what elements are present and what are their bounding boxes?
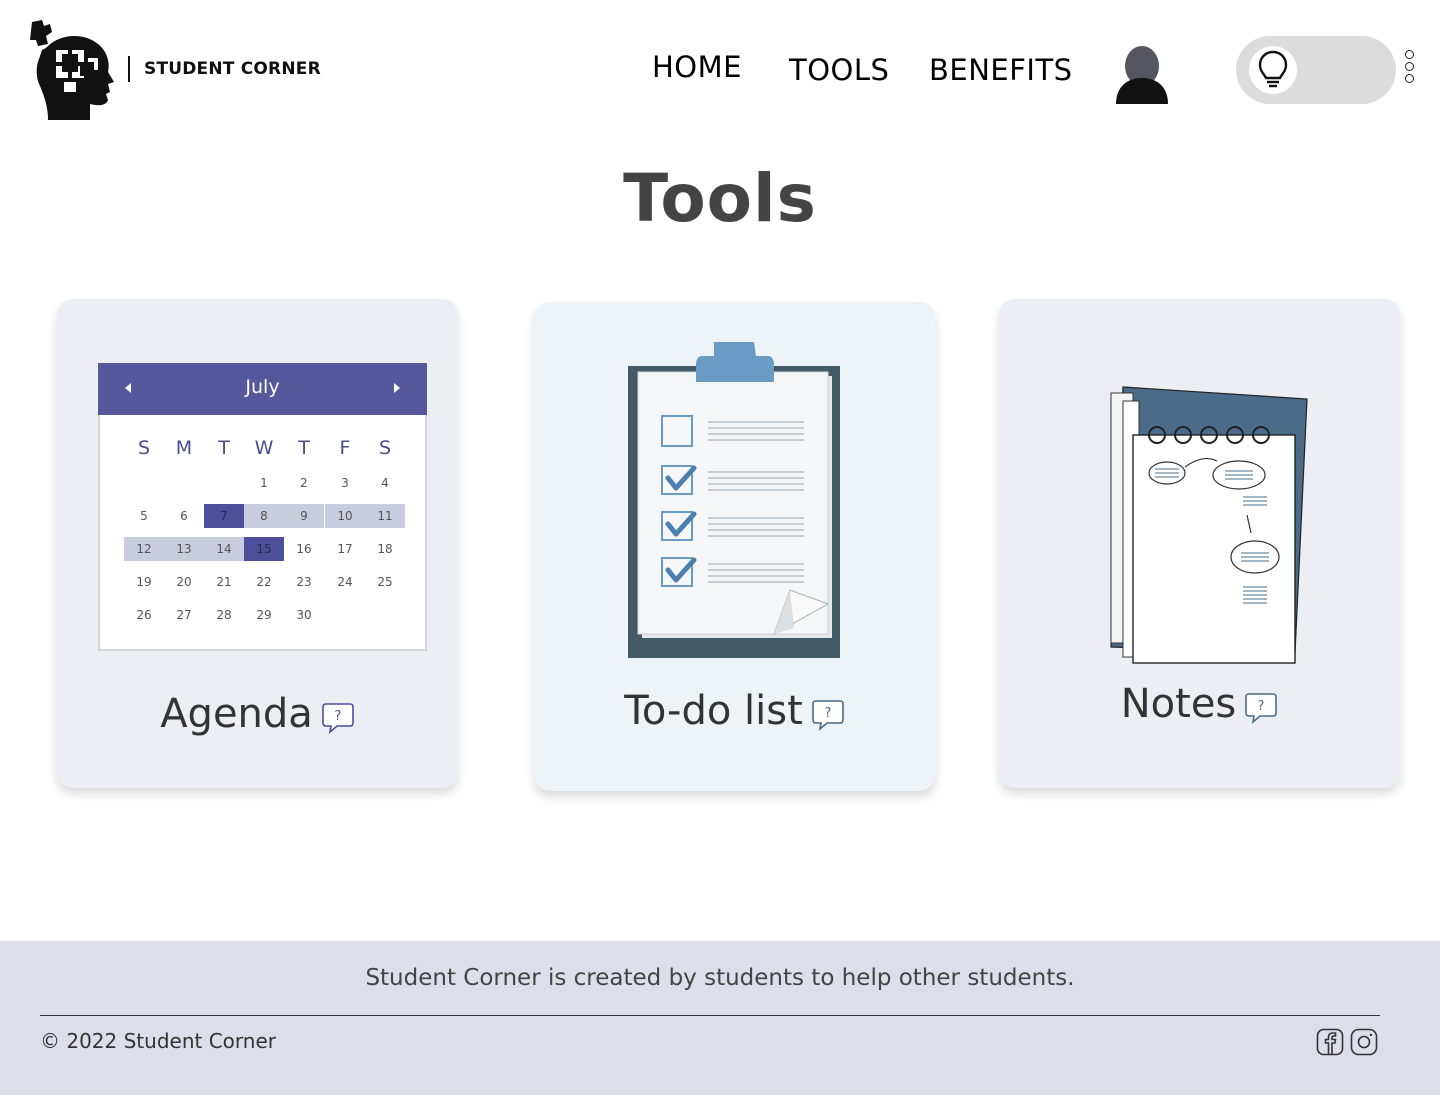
brand[interactable]: STUDENT CORNER: [128, 56, 321, 82]
header: STUDENT CORNER HOME TOOLS BENEFITS: [0, 0, 1440, 140]
facebook-icon[interactable]: [1316, 1028, 1344, 1056]
agenda-card[interactable]: July S M T W T F S 1 2 3 4 5 6 7 8 9 10 11 12 13 14 15 16 17 18 1…: [57, 299, 458, 788]
todo-label: To-do list: [624, 688, 803, 734]
question-bubble-icon[interactable]: ?: [321, 701, 355, 735]
agenda-label: Agenda: [160, 691, 313, 737]
calendar-day[interactable]: 28: [204, 603, 244, 627]
brand-divider: [128, 56, 130, 82]
calendar-day[interactable]: 3: [325, 471, 365, 495]
calendar-day[interactable]: 2: [284, 471, 324, 495]
kebab-dot: [1404, 74, 1414, 83]
calendar-day[interactable]: 18: [365, 537, 405, 561]
calendar-weekday: S: [378, 437, 392, 459]
calendar-day[interactable]: 19: [124, 570, 164, 594]
calendar-day[interactable]: 22: [244, 570, 284, 594]
footer-tagline: Student Corner is created by students to…: [365, 965, 1075, 991]
brand-name: STUDENT CORNER: [144, 59, 321, 79]
calendar-day[interactable]: 17: [325, 537, 365, 561]
calendar-day[interactable]: 10: [325, 504, 365, 528]
todo-card[interactable]: To-do list ?: [534, 302, 935, 791]
calendar-day[interactable]: 20: [164, 570, 204, 594]
calendar-day[interactable]: 11: [365, 504, 405, 528]
agenda-label-row: Agenda ?: [57, 691, 458, 737]
svg-text:?: ?: [1258, 699, 1265, 714]
notes-card[interactable]: Notes ?: [999, 299, 1400, 788]
calendar-day[interactable]: 29: [244, 603, 284, 627]
clipboard-checklist-illustration: [628, 342, 840, 658]
calendar-day[interactable]: 7: [204, 504, 244, 528]
calendar-day[interactable]: 26: [124, 603, 164, 627]
todo-label-row: To-do list ?: [534, 688, 935, 734]
calendar-day[interactable]: 12: [124, 537, 164, 561]
lightbulb-icon: [1258, 50, 1288, 88]
notes-label: Notes: [1120, 681, 1237, 727]
calendar-day[interactable]: 5: [124, 504, 164, 528]
theme-toggle[interactable]: [1236, 36, 1396, 104]
svg-text:?: ?: [824, 706, 831, 721]
calendar-weekday: F: [339, 437, 351, 459]
instagram-icon[interactable]: [1350, 1028, 1378, 1056]
calendar-weekday: T: [298, 437, 310, 459]
calendar-day[interactable]: 14: [204, 537, 244, 561]
kebab-menu-icon[interactable]: [1402, 50, 1416, 90]
calendar-day[interactable]: 21: [204, 570, 244, 594]
footer: Student Corner is created by students to…: [0, 941, 1440, 1095]
question-bubble-icon[interactable]: ?: [811, 698, 845, 732]
calendar-weekday: T: [218, 437, 230, 459]
calendar-day[interactable]: 6: [164, 504, 204, 528]
nav-tools-link[interactable]: TOOLS: [789, 53, 889, 87]
question-bubble-icon[interactable]: ?: [1244, 691, 1278, 725]
user-avatar-icon[interactable]: [1114, 44, 1170, 104]
calendar-day[interactable]: 9: [284, 504, 324, 528]
notebook-illustration: [1110, 386, 1308, 664]
calendar-header: July: [98, 363, 427, 415]
calendar-day[interactable]: 24: [325, 570, 365, 594]
footer-divider: [40, 1015, 1380, 1016]
calendar-next-icon[interactable]: [394, 383, 400, 393]
puzzle-head-logo[interactable]: [28, 16, 118, 122]
toggle-knob: [1249, 46, 1297, 94]
calendar-widget[interactable]: July S M T W T F S 1 2 3 4 5 6 7 8 9 10 11 12 13 14 15 16 17 18 1…: [98, 363, 427, 651]
calendar-day[interactable]: 15: [244, 537, 284, 561]
nav-benefits-link[interactable]: BENEFITS: [929, 53, 1073, 87]
calendar-day[interactable]: 13: [164, 537, 204, 561]
calendar-day[interactable]: 1: [244, 471, 284, 495]
calendar-day[interactable]: 30: [284, 603, 324, 627]
calendar-day[interactable]: 16: [284, 537, 324, 561]
notes-label-row: Notes ?: [999, 681, 1400, 727]
calendar-day[interactable]: 8: [244, 504, 284, 528]
calendar-weekday: M: [175, 437, 193, 459]
calendar-weekday: W: [254, 437, 274, 459]
svg-text:?: ?: [334, 709, 341, 724]
calendar-day[interactable]: 4: [365, 471, 405, 495]
calendar-month: July: [245, 376, 280, 398]
kebab-dot: [1404, 50, 1414, 59]
kebab-dot: [1404, 62, 1414, 71]
footer-copyright: © 2022 Student Corner: [40, 1029, 276, 1053]
calendar-weekday: S: [137, 437, 151, 459]
calendar-day[interactable]: 25: [365, 570, 405, 594]
calendar-day[interactable]: 27: [164, 603, 204, 627]
page-title: Tools: [623, 160, 817, 237]
nav-home-link[interactable]: HOME: [652, 50, 742, 84]
calendar-day[interactable]: 23: [284, 570, 324, 594]
